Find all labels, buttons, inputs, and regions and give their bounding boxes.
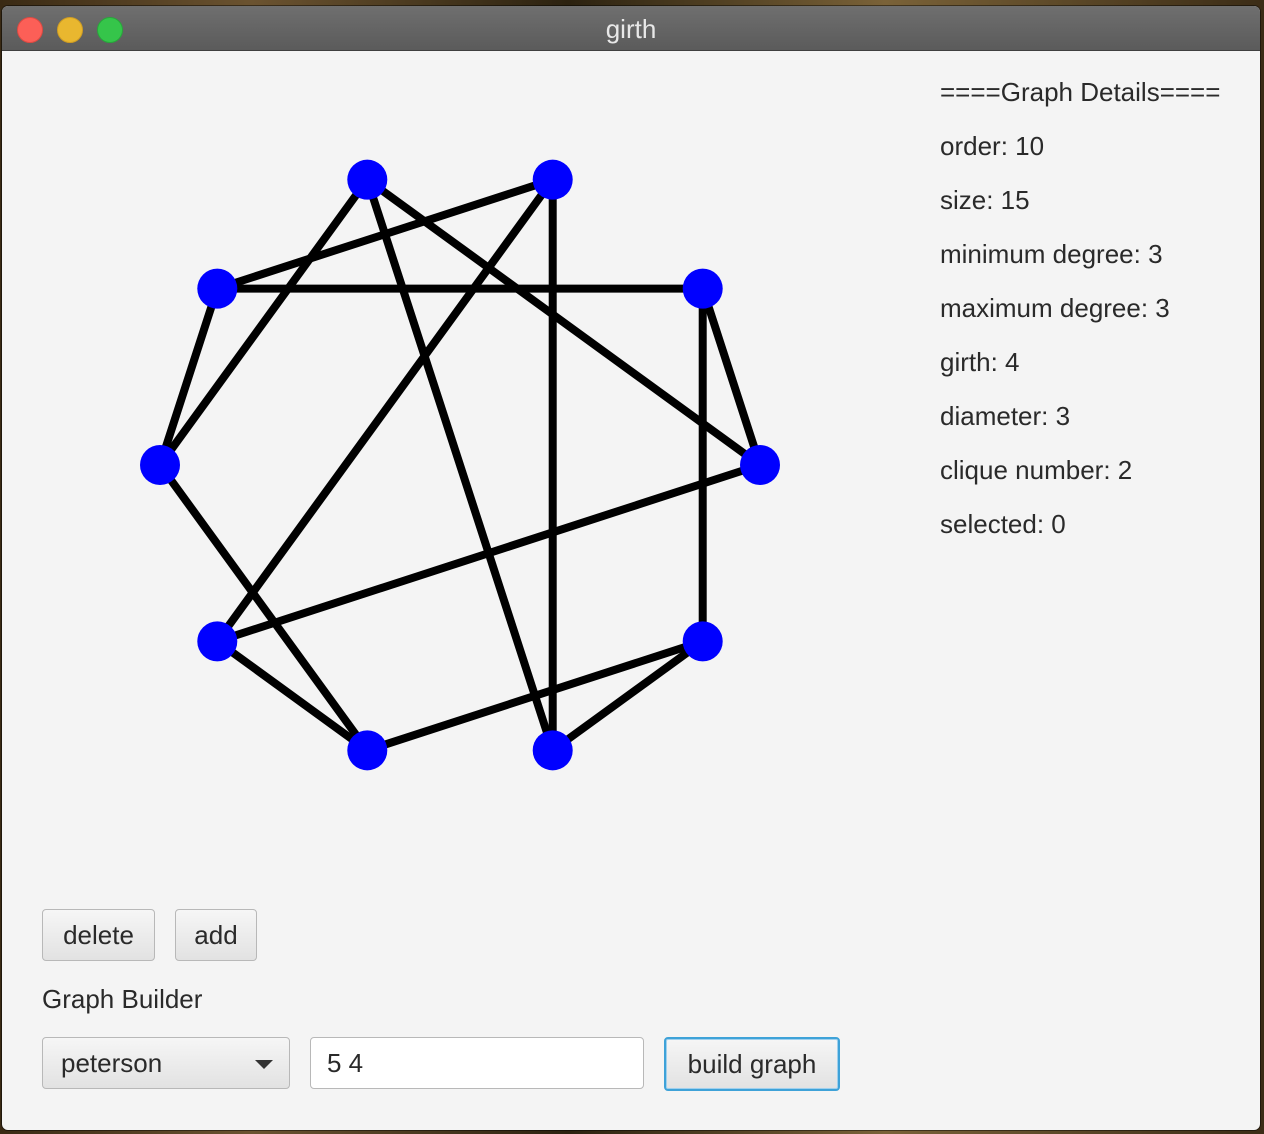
maximum-degree-value: maximum degree: 3 bbox=[940, 293, 1170, 323]
graph-edge[interactable] bbox=[363, 178, 557, 752]
graph-vertex[interactable] bbox=[740, 445, 780, 485]
graph-edge[interactable] bbox=[156, 287, 222, 467]
graph-vertex[interactable] bbox=[532, 730, 573, 771]
graph-vertex[interactable] bbox=[682, 268, 723, 309]
graph-params-input[interactable] bbox=[310, 1037, 644, 1089]
graph-vertex[interactable] bbox=[140, 445, 180, 485]
graph-vertex[interactable] bbox=[197, 621, 238, 662]
graph-vertex[interactable] bbox=[347, 159, 388, 200]
details-header: ====Graph Details==== bbox=[940, 77, 1221, 107]
graph-type-value: peterson bbox=[61, 1048, 163, 1078]
clique-number-value: clique number: 2 bbox=[940, 455, 1133, 485]
graph-vertex[interactable] bbox=[197, 268, 238, 309]
graph-edge[interactable] bbox=[156, 177, 371, 468]
graph-edge[interactable] bbox=[698, 287, 764, 467]
graph-edge[interactable] bbox=[156, 462, 371, 753]
size-value: size: 15 bbox=[940, 185, 1030, 215]
title-bar[interactable]: girth bbox=[2, 6, 1260, 51]
app-window: girth ====Graph Details==== order: 10 si… bbox=[2, 6, 1260, 1130]
selected-count: selected: 0 bbox=[940, 509, 1066, 539]
graph-vertex[interactable] bbox=[532, 159, 573, 200]
graph-edges bbox=[156, 175, 764, 755]
graph-edge[interactable] bbox=[550, 638, 706, 754]
build-graph-button[interactable]: build graph bbox=[664, 1037, 840, 1091]
order-value: order: 10 bbox=[940, 131, 1045, 161]
chevron-down-icon bbox=[255, 1060, 273, 1069]
graph-builder-label: Graph Builder bbox=[42, 984, 203, 1014]
graph-details-panel: ====Graph Details==== order: 10 size: 15… bbox=[940, 74, 1220, 560]
girth-value: girth: 4 bbox=[940, 347, 1020, 377]
graph-edge[interactable] bbox=[214, 177, 556, 644]
add-button[interactable]: add bbox=[175, 909, 257, 961]
graph-edge[interactable] bbox=[214, 638, 370, 754]
window-title: girth bbox=[605, 14, 657, 44]
delete-button[interactable]: delete bbox=[42, 909, 155, 961]
minimum-degree-value: minimum degree: 3 bbox=[940, 239, 1163, 269]
graph-vertex[interactable] bbox=[682, 621, 723, 662]
diameter-value: diameter: 3 bbox=[940, 401, 1071, 431]
graph-type-select[interactable]: peterson bbox=[42, 1037, 290, 1089]
graph-canvas[interactable] bbox=[2, 50, 902, 880]
graph-vertex[interactable] bbox=[347, 730, 388, 771]
